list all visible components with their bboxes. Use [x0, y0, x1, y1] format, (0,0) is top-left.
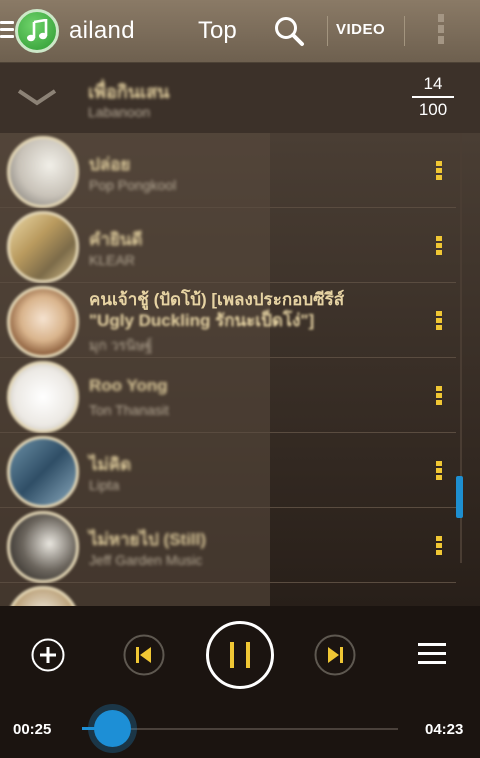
pause-icon: [206, 621, 274, 689]
more-vert-icon[interactable]: [436, 461, 444, 483]
list-item[interactable]: ปล่อย Pop Pongkool: [0, 133, 456, 208]
hamburger-icon[interactable]: [0, 21, 14, 41]
more-vert-icon[interactable]: [436, 386, 444, 408]
queue-button[interactable]: [417, 639, 447, 674]
divider: [327, 16, 328, 46]
song-artist: Lipta: [89, 477, 120, 493]
song-title-line-2: "Ugly Duckling รักนะเป็ดโง่"]: [89, 311, 315, 330]
plus-icon: [31, 638, 65, 672]
now-playing-header: เพื่อกินเสน Labanoon 14 100: [0, 63, 480, 133]
song-artist: Ton Thanasit: [89, 402, 169, 418]
list-item[interactable]: ไม่หายไป (Still) Jeff Garden Music: [0, 508, 456, 583]
song-title: ไม่คิด: [89, 455, 132, 474]
now-playing-artist: Labanoon: [88, 104, 151, 120]
song-artist: มุก วรนิษฐ์: [89, 337, 153, 353]
more-vert-icon[interactable]: [436, 536, 444, 558]
more-vert-icon[interactable]: [436, 161, 444, 183]
song-title-line-1: คนเจ้าชู้ (ปัดโบ้) [เพลงประกอบซีรีส์: [89, 290, 345, 309]
tab-top[interactable]: Top: [198, 17, 237, 45]
list-item[interactable]: [0, 583, 456, 606]
player-controls: 00:25 04:23: [0, 606, 480, 758]
divider: [404, 16, 405, 46]
album-art: [7, 361, 79, 433]
song-artist: Jeff Garden Music: [89, 552, 203, 568]
song-title: ปล่อย: [89, 155, 131, 174]
list-item[interactable]: คำยินดี KLEAR: [0, 208, 456, 283]
album-art: [7, 511, 79, 583]
counter-divider: [412, 96, 454, 98]
previous-button[interactable]: [123, 634, 165, 681]
album-art: [7, 436, 79, 508]
song-list[interactable]: ปล่อย Pop Pongkool คำยินดี KLEAR คนเจ้าช…: [0, 133, 480, 606]
album-art: [7, 211, 79, 283]
skip-previous-icon: [123, 634, 165, 676]
more-vert-icon[interactable]: [434, 14, 448, 48]
play-pause-button[interactable]: [205, 620, 275, 695]
more-vert-icon[interactable]: [436, 311, 444, 333]
top-app-bar: ailand Top VIDEO: [0, 0, 480, 63]
album-art: [7, 136, 79, 208]
track-counter: 14 100: [412, 74, 454, 120]
elapsed-time: 00:25: [13, 721, 52, 738]
list-item[interactable]: ไม่คิด Lipta: [0, 433, 456, 508]
song-title: Roo Yong: [89, 376, 168, 395]
music-note-icon[interactable]: [15, 9, 59, 53]
album-art: [7, 286, 79, 358]
search-icon[interactable]: [272, 14, 306, 48]
seek-bar-thumb[interactable]: [93, 710, 131, 747]
skip-next-icon: [314, 634, 356, 676]
song-artist: KLEAR: [89, 252, 135, 268]
playlist-icon: [418, 643, 446, 664]
chevron-down-icon[interactable]: [16, 81, 58, 111]
next-button[interactable]: [314, 634, 356, 681]
total-duration: 04:23: [425, 721, 464, 738]
list-item[interactable]: Roo Yong Ton Thanasit: [0, 358, 456, 433]
total-tracks: 100: [418, 100, 448, 119]
song-title: ไม่หายไป (Still): [89, 530, 207, 549]
scrollbar-thumb[interactable]: [456, 476, 463, 518]
add-to-playlist-button[interactable]: [30, 637, 66, 678]
song-artist: Pop Pongkool: [89, 177, 177, 193]
app-title: ailand: [69, 17, 135, 44]
song-title: คำยินดี: [89, 230, 143, 249]
now-playing-title: เพื่อกินเสน: [88, 82, 170, 102]
video-button[interactable]: VIDEO: [336, 21, 398, 43]
more-vert-icon[interactable]: [436, 236, 444, 258]
song-title: คนเจ้าชู้ (ปัดโบ้) [เพลงประกอบซีรีส์ "Ug…: [89, 289, 419, 331]
list-item[interactable]: คนเจ้าชู้ (ปัดโบ้) [เพลงประกอบซีรีส์ "Ug…: [0, 283, 456, 358]
current-track-index: 14: [423, 74, 443, 93]
